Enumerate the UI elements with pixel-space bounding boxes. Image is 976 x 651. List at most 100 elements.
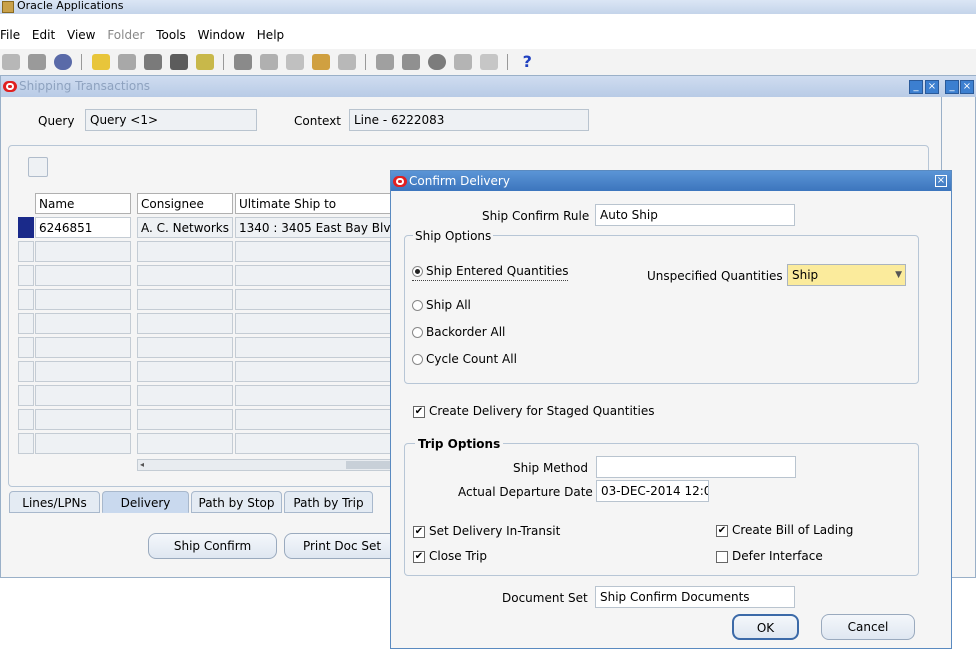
table-cell[interactable] xyxy=(35,289,131,310)
table-cell[interactable] xyxy=(235,409,395,430)
tab-delivery[interactable]: Delivery xyxy=(102,491,189,513)
table-cell[interactable] xyxy=(35,241,131,262)
cancel-button[interactable]: Cancel xyxy=(821,614,915,640)
chevron-down-icon[interactable]: ▼ xyxy=(895,265,902,285)
ship-confirm-button[interactable]: Ship Confirm xyxy=(148,533,277,559)
row-selector[interactable] xyxy=(18,361,34,382)
document-set-field[interactable]: Ship Confirm Documents xyxy=(595,586,795,608)
close-icon[interactable]: × xyxy=(960,80,974,94)
find-icon[interactable] xyxy=(27,54,46,70)
radio-ship-entered-quantities[interactable]: Ship Entered Quantities xyxy=(412,264,569,281)
column-header-name[interactable]: Name xyxy=(35,193,131,214)
menu-file[interactable]: File xyxy=(0,24,20,46)
print-setup-icon[interactable] xyxy=(118,54,137,70)
row-selector-current[interactable] xyxy=(18,217,34,238)
table-cell[interactable] xyxy=(137,337,233,358)
cell-ship-to[interactable]: 1340 : 3405 East Bay Blvd xyxy=(235,217,395,238)
cell-name[interactable]: 6246851 xyxy=(35,217,131,238)
zoom-icon[interactable] xyxy=(195,54,214,70)
menu-tools[interactable]: Tools xyxy=(156,24,186,46)
menu-window[interactable]: Window xyxy=(198,24,245,46)
table-cell[interactable] xyxy=(35,313,131,334)
row-selector[interactable] xyxy=(18,385,34,406)
globe-icon[interactable] xyxy=(53,54,72,70)
unspecified-quantities-select[interactable]: Ship ▼ xyxy=(787,264,906,286)
radio-cycle-count-all[interactable]: Cycle Count All xyxy=(412,352,517,366)
table-cell[interactable] xyxy=(35,361,131,382)
folder-tools-icon[interactable] xyxy=(402,54,421,70)
table-cell[interactable] xyxy=(35,433,131,454)
create-delivery-checkbox[interactable]: ✔ Create Delivery for Staged Quantities xyxy=(413,404,654,418)
record-icon[interactable] xyxy=(427,54,446,70)
row-selector[interactable] xyxy=(18,337,34,358)
row-selector[interactable] xyxy=(18,409,34,430)
horizontal-scrollbar[interactable]: ◂ xyxy=(137,459,395,471)
ok-button[interactable]: OK xyxy=(732,614,799,640)
attach-icon[interactable] xyxy=(143,54,162,70)
row-selector[interactable] xyxy=(18,265,34,286)
tab-lines-lpns[interactable]: Lines/LPNs xyxy=(9,491,100,513)
new-icon[interactable] xyxy=(2,54,20,70)
translate-icon[interactable] xyxy=(376,54,395,70)
close-icon[interactable]: × xyxy=(925,80,939,94)
radio-ship-all[interactable]: Ship All xyxy=(412,298,471,312)
table-cell[interactable] xyxy=(235,433,395,454)
minimize-icon[interactable]: _ xyxy=(945,80,959,94)
dialog-close-icon[interactable]: × xyxy=(935,175,947,187)
copy-icon[interactable] xyxy=(260,54,279,70)
minimize-icon[interactable]: _ xyxy=(909,80,923,94)
tab-path-by-stop[interactable]: Path by Stop xyxy=(191,491,282,513)
table-cell[interactable] xyxy=(235,385,395,406)
table-cell[interactable] xyxy=(137,361,233,382)
context-field[interactable]: Line - 6222083 xyxy=(349,109,589,131)
menu-folder[interactable]: Folder xyxy=(107,24,144,46)
edit-field-icon[interactable] xyxy=(311,54,330,70)
menu-view[interactable]: View xyxy=(67,24,95,46)
folder-open-icon[interactable] xyxy=(28,157,48,177)
table-cell[interactable] xyxy=(137,241,233,262)
row-selector[interactable] xyxy=(18,313,34,334)
table-cell[interactable] xyxy=(35,409,131,430)
column-header-ship-to[interactable]: Ultimate Ship to xyxy=(235,193,395,214)
paperclip-icon[interactable] xyxy=(453,54,472,70)
row-selector[interactable] xyxy=(18,433,34,454)
table-cell[interactable] xyxy=(235,337,395,358)
table-cell[interactable] xyxy=(137,385,233,406)
radio-backorder-all[interactable]: Backorder All xyxy=(412,325,505,339)
paste-icon[interactable] xyxy=(285,54,304,70)
row-selector[interactable] xyxy=(18,289,34,310)
defer-interface-checkbox[interactable]: Defer Interface xyxy=(716,549,823,563)
print-icon[interactable] xyxy=(169,54,188,70)
tab-path-by-trip[interactable]: Path by Trip xyxy=(284,491,373,513)
table-cell[interactable] xyxy=(137,433,233,454)
window-icon[interactable] xyxy=(479,54,498,70)
table-cell[interactable] xyxy=(137,409,233,430)
cut-icon[interactable] xyxy=(234,54,253,70)
actual-departure-date-field[interactable]: 03-DEC-2014 12:04 xyxy=(596,480,709,502)
scroll-thumb[interactable] xyxy=(346,461,392,469)
table-cell[interactable] xyxy=(235,289,395,310)
menu-edit[interactable]: Edit xyxy=(32,24,55,46)
table-cell[interactable] xyxy=(137,289,233,310)
table-cell[interactable] xyxy=(137,313,233,334)
help-icon[interactable]: ? xyxy=(518,54,536,70)
clear-icon[interactable] xyxy=(337,54,356,70)
table-cell[interactable] xyxy=(235,241,395,262)
row-selector[interactable] xyxy=(18,241,34,262)
table-cell[interactable] xyxy=(35,337,131,358)
ship-confirm-rule-field[interactable]: Auto Ship xyxy=(595,204,795,226)
create-bol-checkbox[interactable]: ✔ Create Bill of Lading xyxy=(716,523,853,537)
table-cell[interactable] xyxy=(137,265,233,286)
print-doc-set-button[interactable]: Print Doc Set xyxy=(284,533,400,559)
table-cell[interactable] xyxy=(235,313,395,334)
table-cell[interactable] xyxy=(235,265,395,286)
set-in-transit-checkbox[interactable]: ✔ Set Delivery In-Transit xyxy=(413,524,560,538)
menu-help[interactable]: Help xyxy=(257,24,284,46)
table-cell[interactable] xyxy=(235,361,395,382)
ship-method-field[interactable] xyxy=(596,456,796,478)
scroll-left-icon[interactable]: ◂ xyxy=(140,461,150,469)
column-header-consignee[interactable]: Consignee xyxy=(137,193,233,214)
cell-consignee[interactable]: A. C. Networks xyxy=(137,217,233,238)
save-icon[interactable] xyxy=(92,54,111,70)
table-cell[interactable] xyxy=(35,385,131,406)
